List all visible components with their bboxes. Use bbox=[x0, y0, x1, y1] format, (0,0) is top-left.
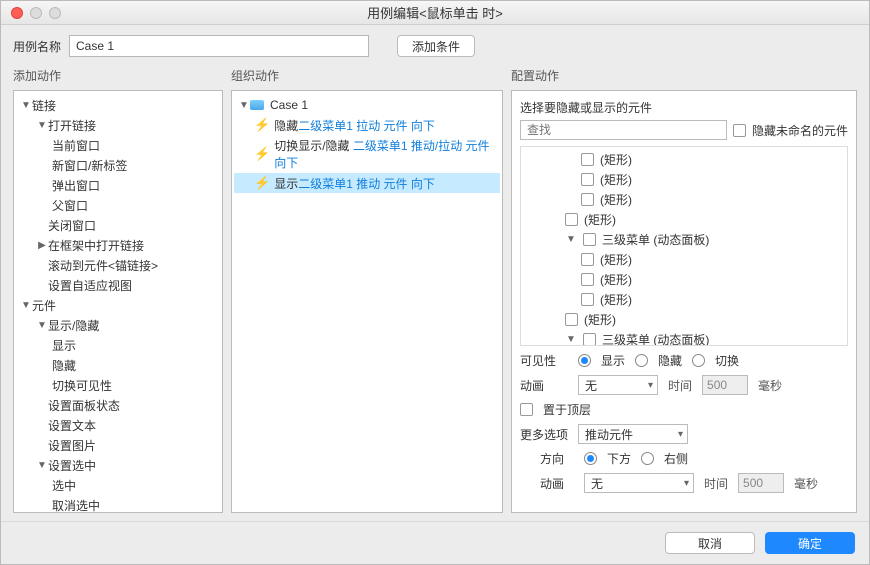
list-item[interactable]: (矩形) bbox=[521, 269, 847, 289]
tree-set-image[interactable]: ▶设置图片 bbox=[16, 435, 220, 455]
list-item[interactable]: (矩形) bbox=[521, 309, 847, 329]
add-condition-button[interactable]: 添加条件 bbox=[397, 35, 475, 57]
time2-label: 时间 bbox=[704, 475, 728, 492]
tree-open-in-frame[interactable]: ▶在框架中打开链接 bbox=[16, 235, 220, 255]
add-action-tree[interactable]: ▼链接 ▼打开链接 当前窗口 新窗口/新标签 弹出窗口 父窗口 ▶关闭窗口 ▶在… bbox=[13, 90, 223, 513]
tree-show-hide[interactable]: ▼显示/隐藏 bbox=[16, 315, 220, 335]
list-item[interactable]: (矩形) bbox=[521, 249, 847, 269]
tree-parent-window[interactable]: 父窗口 bbox=[16, 195, 220, 215]
time2-field[interactable] bbox=[738, 473, 784, 493]
tree-current-window[interactable]: 当前窗口 bbox=[16, 135, 220, 155]
list-item[interactable]: (矩形) bbox=[521, 149, 847, 169]
case-icon bbox=[250, 100, 264, 110]
radio-below[interactable] bbox=[584, 452, 597, 465]
list-item[interactable]: (矩形) bbox=[521, 169, 847, 189]
org-case[interactable]: ▼Case 1 bbox=[234, 95, 500, 115]
tree-close-window[interactable]: ▶关闭窗口 bbox=[16, 215, 220, 235]
tree-deselect[interactable]: 取消选中 bbox=[16, 495, 220, 513]
radio-toggle[interactable] bbox=[692, 354, 705, 367]
tree-popup[interactable]: 弹出窗口 bbox=[16, 175, 220, 195]
tree-selected[interactable]: 选中 bbox=[16, 475, 220, 495]
bolt-icon: ⚡ bbox=[254, 117, 270, 133]
cancel-button[interactable]: 取消 bbox=[665, 532, 755, 554]
more-options-select[interactable]: 推动元件 bbox=[578, 424, 688, 444]
tree-toggle-vis[interactable]: 切换可见性 bbox=[16, 375, 220, 395]
time-field[interactable] bbox=[702, 375, 748, 395]
configure-panel: 选择要隐藏或显示的元件 隐藏未命名的元件 (矩形) (矩形) (矩形) (矩形)… bbox=[511, 90, 857, 513]
org-action-1[interactable]: ⚡隐藏 二级菜单1 拉动 元件 向下 bbox=[234, 115, 500, 135]
bolt-icon: ⚡ bbox=[254, 146, 270, 162]
more-options-label: 更多选项 bbox=[520, 426, 568, 443]
list-item[interactable]: (矩形) bbox=[521, 209, 847, 229]
ms-label: 毫秒 bbox=[758, 377, 782, 394]
configure-heading: 配置动作 bbox=[511, 67, 857, 84]
tree-scroll-anchor[interactable]: ▶滚动到元件<锚链接> bbox=[16, 255, 220, 275]
add-action-heading: 添加动作 bbox=[13, 67, 223, 84]
ms2-label: 毫秒 bbox=[794, 475, 818, 492]
time-label: 时间 bbox=[668, 377, 692, 394]
hide-unnamed-label: 隐藏未命名的元件 bbox=[752, 122, 848, 139]
radio-hide[interactable] bbox=[635, 354, 648, 367]
widget-search-input[interactable] bbox=[520, 120, 727, 140]
list-item[interactable]: ▼三级菜单 (动态面板) bbox=[521, 229, 847, 249]
list-item[interactable]: (矩形) bbox=[521, 289, 847, 309]
tree-set-panel[interactable]: ▶设置面板状态 bbox=[16, 395, 220, 415]
anim2-label: 动画 bbox=[540, 475, 574, 492]
organize-tree[interactable]: ▼Case 1 ⚡隐藏 二级菜单1 拉动 元件 向下 ⚡切换显示/隐藏 二级菜单… bbox=[231, 90, 503, 513]
tree-adaptive[interactable]: ▶设置自适应视图 bbox=[16, 275, 220, 295]
select-widgets-label: 选择要隐藏或显示的元件 bbox=[520, 99, 848, 116]
ok-button[interactable]: 确定 bbox=[765, 532, 855, 554]
window-title: 用例编辑<鼠标单击 时> bbox=[1, 3, 869, 22]
widget-checklist[interactable]: (矩形) (矩形) (矩形) (矩形) ▼三级菜单 (动态面板) (矩形) (矩… bbox=[520, 146, 848, 346]
tree-widgets[interactable]: ▼元件 bbox=[16, 295, 220, 315]
tree-open-link[interactable]: ▼打开链接 bbox=[16, 115, 220, 135]
anim-select[interactable]: 无 bbox=[578, 375, 658, 395]
hide-unnamed-checkbox[interactable] bbox=[733, 124, 746, 137]
organize-heading: 组织动作 bbox=[231, 67, 503, 84]
list-item[interactable]: ▼三级菜单 (动态面板) bbox=[521, 329, 847, 346]
tree-set-text[interactable]: ▶设置文本 bbox=[16, 415, 220, 435]
tree-new-window[interactable]: 新窗口/新标签 bbox=[16, 155, 220, 175]
list-item[interactable]: (矩形) bbox=[521, 189, 847, 209]
visibility-label: 可见性 bbox=[520, 352, 568, 369]
radio-right[interactable] bbox=[641, 452, 654, 465]
tree-show[interactable]: 显示 bbox=[16, 335, 220, 355]
anim-label: 动画 bbox=[520, 377, 568, 394]
tree-hide[interactable]: 隐藏 bbox=[16, 355, 220, 375]
tree-set-selected[interactable]: ▼设置选中 bbox=[16, 455, 220, 475]
direction-label: 方向 bbox=[540, 450, 574, 467]
bolt-icon: ⚡ bbox=[254, 175, 270, 191]
tree-links[interactable]: ▼链接 bbox=[16, 95, 220, 115]
org-action-3[interactable]: ⚡显示 二级菜单1 推动 元件 向下 bbox=[234, 173, 500, 193]
case-name-input[interactable] bbox=[69, 35, 369, 57]
anim2-select[interactable]: 无 bbox=[584, 473, 694, 493]
bring-front-label: 置于顶层 bbox=[543, 401, 591, 418]
radio-show[interactable] bbox=[578, 354, 591, 367]
org-action-2[interactable]: ⚡切换显示/隐藏 二级菜单1 推动/拉动 元件 向下 bbox=[234, 135, 500, 173]
case-name-label: 用例名称 bbox=[13, 38, 61, 55]
bring-front-checkbox[interactable] bbox=[520, 403, 533, 416]
